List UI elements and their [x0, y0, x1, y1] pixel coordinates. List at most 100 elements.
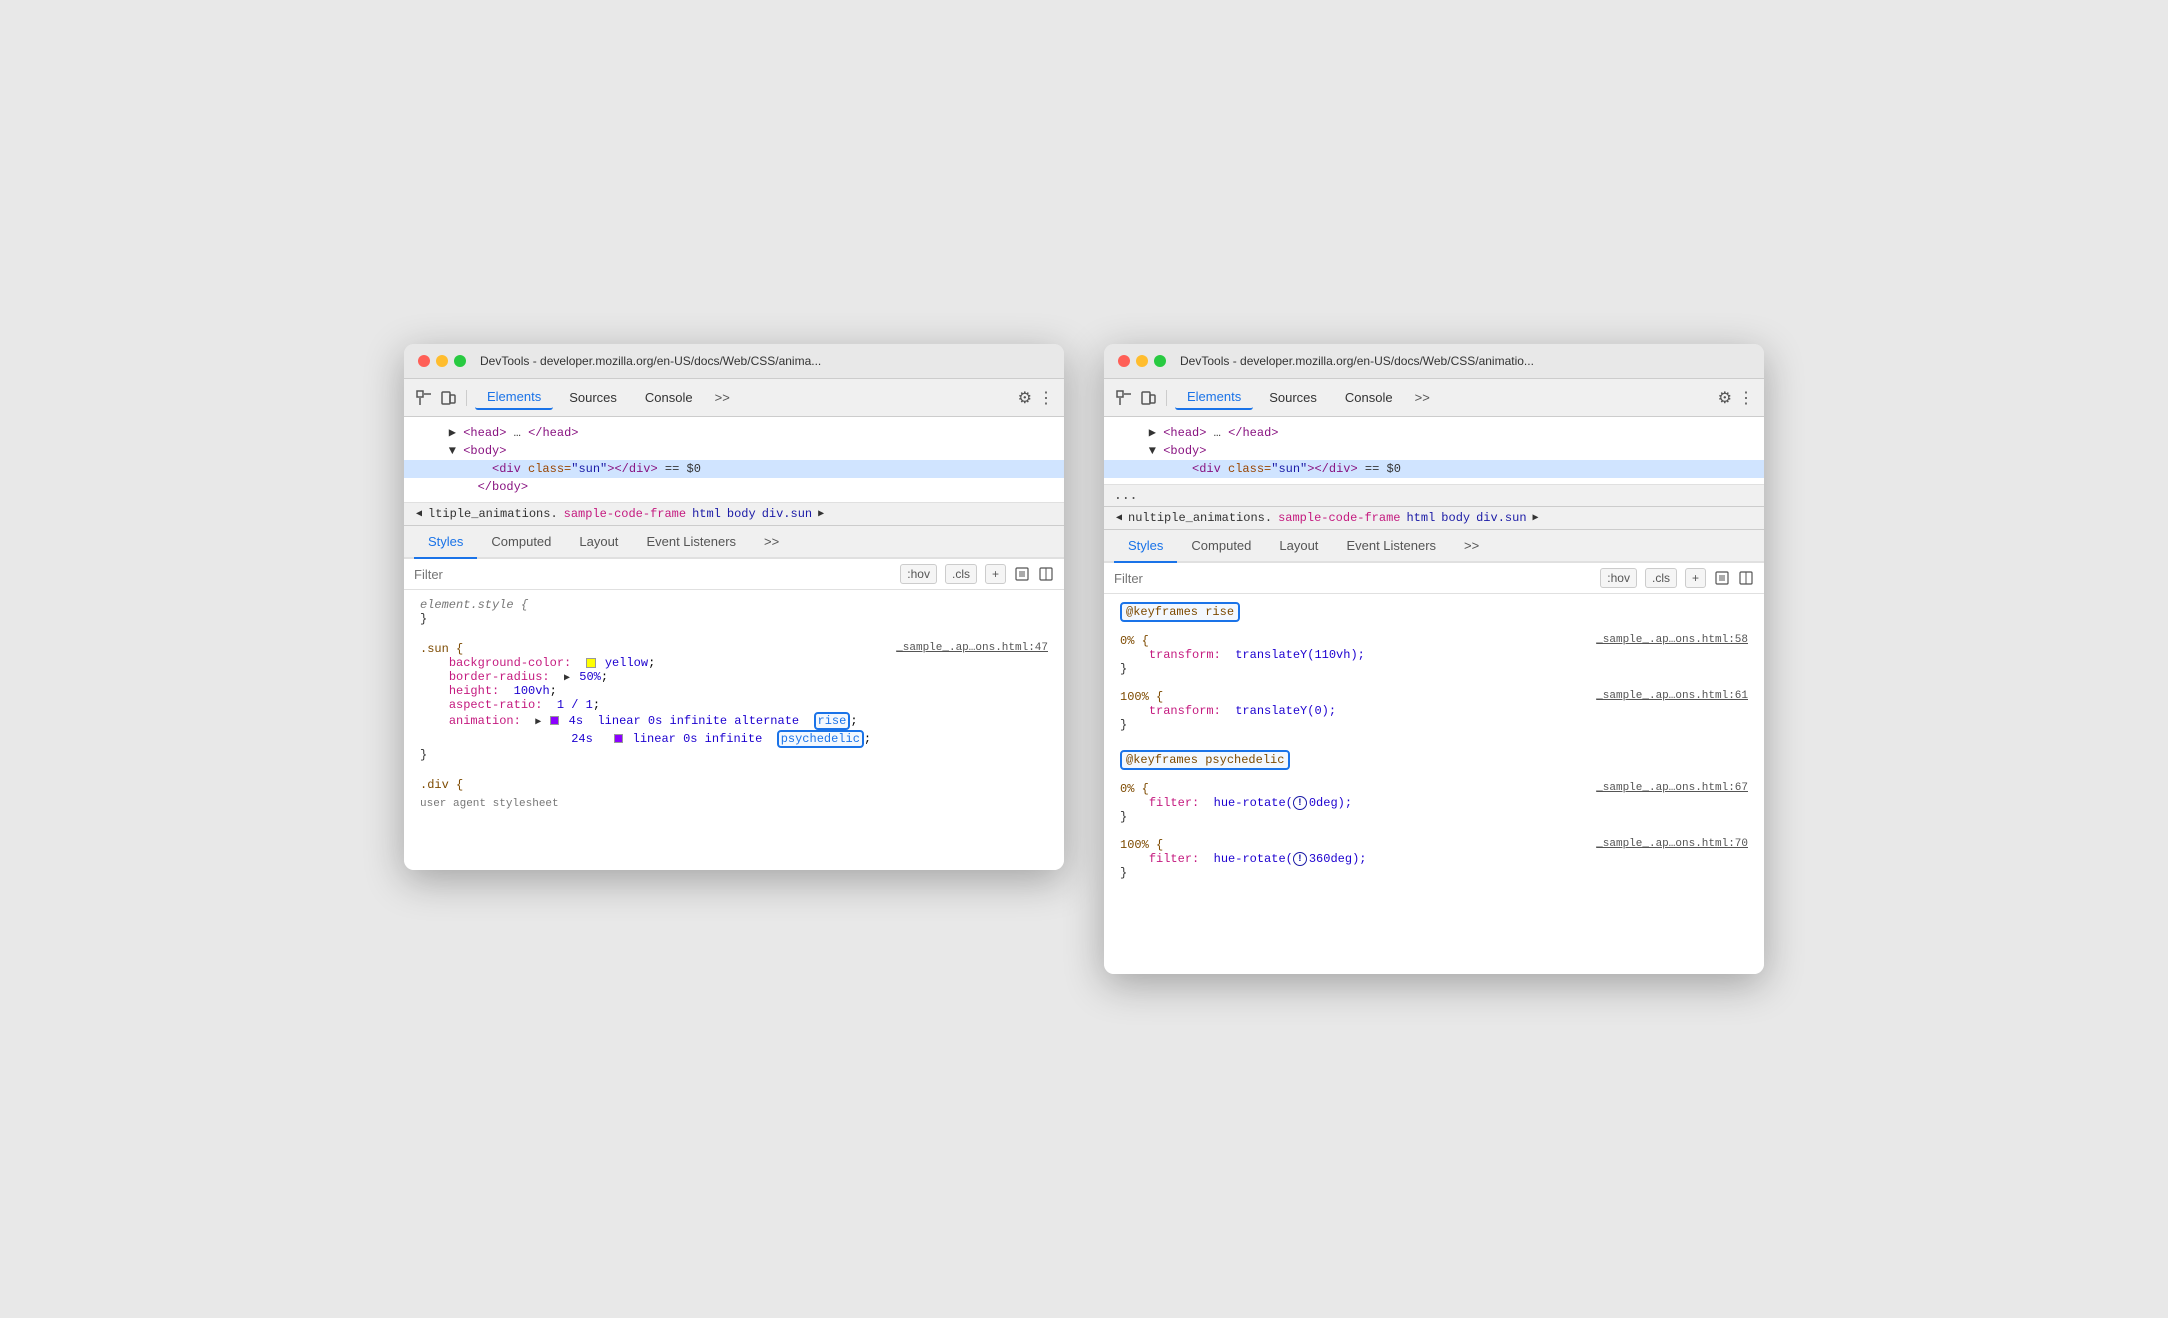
minimize-button[interactable]: [436, 355, 448, 367]
breadcrumb-right-arrow[interactable]: ▶: [818, 508, 824, 520]
breadcrumb-link[interactable]: sample-code-frame: [564, 507, 686, 521]
right-filter-bar: :hov .cls +: [1104, 563, 1764, 594]
device-icon[interactable]: [438, 388, 458, 408]
panel-tab-more[interactable]: >>: [750, 526, 793, 559]
anim-expand[interactable]: ▶: [535, 716, 541, 728]
panel-tab-computed[interactable]: Computed: [477, 526, 565, 559]
right-filter-hov-btn[interactable]: :hov: [1600, 568, 1637, 588]
breadcrumb-filename: ltiple_animations.: [428, 507, 558, 521]
border-radius-value: 50%: [579, 670, 601, 684]
right-panel-tab-event-listeners[interactable]: Event Listeners: [1332, 530, 1450, 563]
user-stylesheet-label: user agent stylesheet: [404, 796, 1064, 812]
anim-swatch-2[interactable]: [614, 734, 623, 743]
right-title-bar: DevTools - developer.mozilla.org/en-US/d…: [1104, 344, 1764, 379]
panel-tab-styles[interactable]: Styles: [414, 526, 477, 559]
right-dom-line-div[interactable]: <div class="sun"></div> == $0: [1104, 460, 1764, 478]
right-tab-elements[interactable]: Elements: [1175, 385, 1253, 410]
right-breadcrumb-left-arrow[interactable]: ◀: [1116, 512, 1122, 524]
psych-100pct-source[interactable]: _sample_.ap…ons.html:70: [1596, 838, 1748, 850]
rise-0pct-selector: 0% {: [1120, 634, 1149, 648]
tab-sources[interactable]: Sources: [557, 386, 629, 409]
right-gear-icon[interactable]: ⚙: [1718, 388, 1732, 408]
psych-0pct-close: }: [1120, 810, 1127, 824]
psych-100pct-close: }: [1120, 866, 1127, 880]
filter-icon-2[interactable]: [1038, 566, 1054, 582]
panel-tab-event-listeners[interactable]: Event Listeners: [632, 526, 750, 559]
sun-source[interactable]: _sample_.ap…ons.html:47: [896, 642, 1048, 654]
right-inspect-icon[interactable]: [1114, 388, 1134, 408]
toolbar-divider: [466, 390, 467, 406]
psych-0pct-source[interactable]: _sample_.ap…ons.html:67: [1596, 782, 1748, 794]
right-panel-tab-layout[interactable]: Layout: [1265, 530, 1332, 563]
right-breadcrumb: ◀ nultiple_animations.sample-code-frame …: [1104, 507, 1764, 530]
bg-color-prop: background-color:: [449, 656, 571, 670]
filter-cls-btn[interactable]: .cls: [945, 564, 977, 584]
right-tab-console[interactable]: Console: [1333, 386, 1405, 409]
toolbar-right: ⚙ ⋮: [1018, 388, 1054, 408]
close-button[interactable]: [418, 355, 430, 367]
right-minimize-button[interactable]: [1136, 355, 1148, 367]
breadcrumb-divsun[interactable]: div.sun: [762, 507, 812, 521]
right-panel-tab-more[interactable]: >>: [1450, 530, 1493, 563]
right-panel-tab-styles[interactable]: Styles: [1114, 530, 1177, 563]
height-value: 100vh: [514, 684, 550, 698]
tab-elements[interactable]: Elements: [475, 385, 553, 410]
rise-0pct-close: }: [1120, 662, 1127, 676]
right-close-button[interactable]: [1118, 355, 1130, 367]
sun-rule-close: }: [420, 748, 427, 762]
right-filter-input[interactable]: [1114, 571, 1592, 586]
right-panel-tab-computed[interactable]: Computed: [1177, 530, 1265, 563]
dom-line-body-open: ▼ <body>: [404, 442, 1064, 460]
left-toolbar: Elements Sources Console >> ⚙ ⋮: [404, 379, 1064, 417]
filter-hov-btn[interactable]: :hov: [900, 564, 937, 584]
right-filter-icon-1[interactable]: [1714, 570, 1730, 586]
filter-add-btn[interactable]: +: [985, 564, 1006, 584]
right-breadcrumb-divsun[interactable]: div.sun: [1476, 511, 1526, 525]
breadcrumb-left-arrow[interactable]: ◀: [416, 508, 422, 520]
dom-line-div-sun[interactable]: <div class="sun"></div> == $0: [404, 460, 1064, 478]
keyframes-psychedelic-rule: @keyframes psychedelic: [1104, 746, 1764, 774]
rise-0pct-source[interactable]: _sample_.ap…ons.html:58: [1596, 634, 1748, 646]
tab-more[interactable]: >>: [709, 386, 736, 409]
breadcrumb-body[interactable]: body: [727, 507, 756, 521]
right-maximize-button[interactable]: [1154, 355, 1166, 367]
right-tab-more[interactable]: >>: [1409, 386, 1436, 409]
right-tab-sources[interactable]: Sources: [1257, 386, 1329, 409]
anim-value-2: 24s: [571, 732, 607, 746]
breadcrumb-html[interactable]: html: [692, 507, 721, 521]
rise-100pct-source[interactable]: _sample_.ap…ons.html:61: [1596, 690, 1748, 702]
left-styles-content: element.style { } _sample_.ap…ons.html:4…: [404, 590, 1064, 870]
traffic-lights: [418, 355, 466, 367]
more-icon[interactable]: ⋮: [1038, 388, 1054, 408]
right-toolbar-divider: [1166, 390, 1167, 406]
right-breadcrumb-html[interactable]: html: [1406, 511, 1435, 525]
inspect-icon[interactable]: [414, 388, 434, 408]
right-breadcrumb-body[interactable]: body: [1441, 511, 1470, 525]
panel-tab-layout[interactable]: Layout: [565, 526, 632, 559]
right-filter-cls-btn[interactable]: .cls: [1645, 568, 1677, 588]
dom-line-body-close: </body>: [404, 478, 1064, 496]
left-title-bar: DevTools - developer.mozilla.org/en-US/d…: [404, 344, 1064, 379]
rise-text: rise: [818, 714, 847, 728]
tab-console[interactable]: Console: [633, 386, 705, 409]
psych-0pct-filter-value: hue-rotate(: [1214, 796, 1293, 810]
right-filter-add-btn[interactable]: +: [1685, 568, 1706, 588]
yellow-swatch[interactable]: [586, 658, 596, 668]
maximize-button[interactable]: [454, 355, 466, 367]
right-breadcrumb-link[interactable]: sample-code-frame: [1278, 511, 1400, 525]
right-device-icon[interactable]: [1138, 388, 1158, 408]
anim-swatch[interactable]: [550, 716, 559, 725]
right-breadcrumb-right-arrow[interactable]: ▶: [1533, 512, 1539, 524]
gear-icon[interactable]: ⚙: [1018, 388, 1032, 408]
right-styles-content: @keyframes rise _sample_.ap…ons.html:58 …: [1104, 594, 1764, 974]
anim-value-2b: linear 0s infinite: [633, 732, 770, 746]
sun-rule: _sample_.ap…ons.html:47 .sun { backgroun…: [404, 638, 1064, 766]
sun-selector: .sun {: [420, 642, 463, 656]
filter-icon-1[interactable]: [1014, 566, 1030, 582]
right-filter-icon-2[interactable]: [1738, 570, 1754, 586]
rise-100pct-rule: _sample_.ap…ons.html:61 100% { transform…: [1104, 686, 1764, 736]
border-radius-expand[interactable]: ▶: [564, 672, 570, 684]
aspect-ratio-value: 1 / 1: [557, 698, 593, 712]
right-more-icon[interactable]: ⋮: [1738, 388, 1754, 408]
left-filter-input[interactable]: [414, 567, 892, 582]
